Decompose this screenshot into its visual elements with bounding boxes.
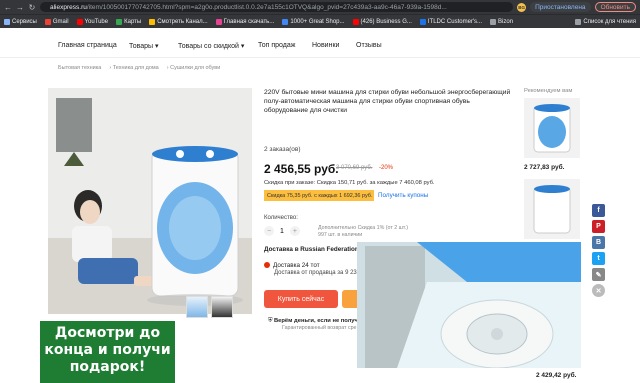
delivery-dot-icon [264,262,270,269]
share-bar: f P B t ✎ ✕ [592,204,606,297]
stock-count: 997 шт. в наличии [318,232,363,238]
video-frame [357,242,581,368]
promo-banner: Досмотри до конца и получи подарок! [40,321,175,383]
order-discount-text: Скидка при заказе: Скидка 150,71 руб. за… [264,180,435,186]
maps-icon [116,18,123,25]
bookmark-services[interactable]: Сервисы [4,18,37,25]
product-price: 2 456,55 руб. [264,162,339,176]
page-content: Главная страница Товары ▾ Товары со скид… [0,28,640,383]
product-thumbnail[interactable] [186,296,208,318]
nav-new[interactable]: Новинки [312,42,339,49]
nav-top-sales[interactable]: Топ продаж [258,42,295,49]
url-path: /item/1005001770742705.html?spm=a2g0o.pr… [86,3,447,11]
guarantee-subtext: Гарантированный возврат сре [282,325,357,331]
delivery-seller-note: Доставка от продавца за 9 23 [274,270,357,276]
product-main-image[interactable] [48,88,252,314]
close-icon[interactable]: ✕ [592,284,605,297]
forward-arrow-icon[interactable]: → [16,3,24,12]
recommended-product[interactable] [524,179,580,239]
folder-icon [490,18,497,25]
recommended-product[interactable] [524,98,580,158]
edit-icon[interactable]: ✎ [592,268,605,281]
youtube-icon [352,18,359,25]
sync-paused-button[interactable]: Приостановлена [530,2,591,12]
bookmark-gmail[interactable]: Gmail [44,18,69,25]
bookmark-channel[interactable]: Смотреть Канал... [149,18,208,25]
bookmark-business[interactable]: (426) Business G... [352,18,412,25]
recommend-heading: Рекомендуем вам [524,88,573,94]
bookmark-maps[interactable]: Карты [116,18,141,25]
reading-list[interactable]: Список для чтения [575,18,636,25]
bookmark-youtube[interactable]: YouTube [76,18,108,25]
reading-list-icon [575,18,582,25]
apps-icon [4,18,10,25]
address-bar[interactable]: aliexpress.ru /item/1005001770742705.htm… [40,2,514,12]
bookmark-shop[interactable]: 1000+ Great Shop... [282,18,345,25]
avatar[interactable]: BG [517,2,527,12]
store-nav: Главная страница Товары ▾ Товары со скид… [0,36,640,58]
quantity-value[interactable]: 1 [280,228,284,235]
old-price: 3 070,69 руб. [336,165,373,171]
plus-icon[interactable]: + [289,226,300,236]
youtube-icon [76,18,83,25]
facebook-icon[interactable]: f [592,204,605,217]
breadcrumb-item[interactable]: Техника для дома [113,65,159,71]
gmail-icon [44,18,51,25]
bookmark-bizon[interactable]: Bizon [490,18,513,25]
bookmark-icon [282,18,289,25]
bookmark-itldc[interactable]: ITLDC Customer's... [419,18,482,25]
recommended-price: 2 727,83 руб. [524,164,565,171]
shoe-washer-photo [48,88,252,314]
delivery-price: Доставка 24 тот [273,262,320,269]
coupon-banner: Скидка 75,35 руб. с каждых 1 692,36 руб. [264,190,374,201]
product-photo [533,104,571,153]
bookmarks-bar: Сервисы Gmail YouTube Карты Смотреть Кан… [0,14,640,28]
pinterest-icon[interactable]: P [592,220,605,233]
browser-toolbar: ← → ↻ aliexpress.ru /item/10050017707427… [0,0,640,14]
delivery-info: Доставка 24 тот [264,262,320,269]
update-button[interactable]: Обновить [594,2,636,12]
reload-icon[interactable]: ↻ [28,3,36,12]
video-overlay[interactable] [357,242,581,368]
breadcrumb: Бытовая техника › Техника для дома › Сушил… [58,65,221,71]
minus-icon[interactable]: − [264,226,274,236]
shipping-destination[interactable]: Доставка в Russian Federation ▾ [264,246,364,253]
twitter-icon[interactable]: t [592,252,605,265]
product-thumbnail[interactable] [211,296,233,318]
nav-reviews[interactable]: Отзывы [356,42,382,49]
bookmark-icon [215,18,222,25]
product-title: 220V бытовые мини машина для стирки обув… [264,89,511,114]
bookmark-icon [419,18,426,25]
bookmark-download[interactable]: Главная скачать... [215,18,274,25]
quantity-stepper: − 1 + [264,226,300,236]
nav-products[interactable]: Товары ▾ [129,42,159,50]
thumbnail-strip [186,296,233,318]
bulk-discount-note: Дополнительно Скидка 1% (от 2 шт.) [318,225,408,231]
get-coupons-link[interactable]: Получить купоны [378,192,428,199]
orders-count: 2 заказа(ов) [264,146,301,153]
url-domain: aliexpress.ru [50,3,87,11]
vk-icon[interactable]: B [592,236,605,249]
nav-home[interactable]: Главная страница [58,42,117,49]
recommendations: Рекомендуем вам 2 727,83 руб. [524,88,584,245]
quantity-label: Количество: [264,215,298,221]
back-arrow-icon[interactable]: ← [4,3,12,12]
breadcrumb-item[interactable]: Бытовая техника [58,65,101,71]
product-photo [533,185,571,234]
breadcrumb-item[interactable]: Сушилки для обуви [170,65,220,71]
bookmark-icon [149,18,156,25]
guarantee-text: ⛨ Верём деньги, если не получ [268,318,358,324]
buy-now-button[interactable]: Купить сейчас [264,290,338,308]
recommended-price: 2 429,42 руб. [536,372,577,379]
nav-discounts[interactable]: Товары со скидкой ▾ [178,42,244,50]
discount-badge: -20% [379,165,394,171]
stock-note: Дополнительно Скидка 1% (от 2 шт.) 997 ш… [318,225,408,239]
